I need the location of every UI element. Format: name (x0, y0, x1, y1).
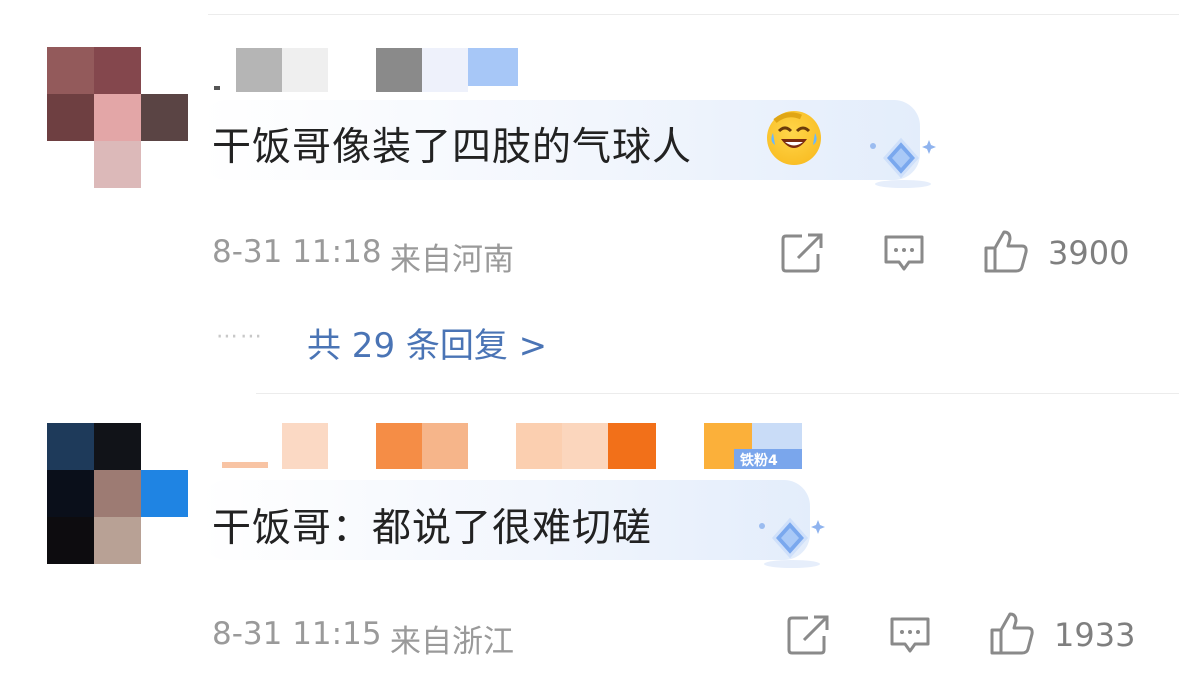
share-icon[interactable] (786, 614, 830, 660)
like-icon[interactable] (988, 610, 1036, 660)
comment-text: 干饭哥像装了四肢的气球人 (212, 125, 693, 170)
comment-text: 干饭哥：都说了很难切磋 (212, 506, 653, 551)
comment-time: 8-31 11:18 (212, 234, 382, 270)
comment-time: 8-31 11:15 (212, 616, 382, 652)
comment-location: 来自浙江 (390, 624, 514, 660)
diamond-badge-icon (752, 512, 832, 576)
like-count: 1933 (1054, 616, 1136, 654)
top-divider (208, 14, 1179, 15)
diamond-badge-icon (863, 132, 943, 196)
laughing-crying-emoji-icon (767, 111, 821, 165)
share-icon[interactable] (780, 232, 824, 278)
comment-icon[interactable] (888, 614, 932, 660)
like-icon[interactable] (982, 228, 1030, 278)
comment-icon[interactable] (882, 232, 926, 278)
like-count: 3900 (1048, 234, 1130, 272)
fan-badge[interactable]: 铁粉4 (704, 423, 802, 469)
fan-badge-label: 铁粉4 (740, 453, 778, 469)
comment-divider (256, 393, 1179, 394)
comment-location: 来自河南 (390, 242, 514, 278)
avatar[interactable] (47, 47, 188, 188)
replies-dots: ⋯⋯ (216, 324, 264, 349)
avatar[interactable] (47, 423, 188, 564)
view-replies-link[interactable]: 共 29 条回复 > (307, 318, 547, 367)
